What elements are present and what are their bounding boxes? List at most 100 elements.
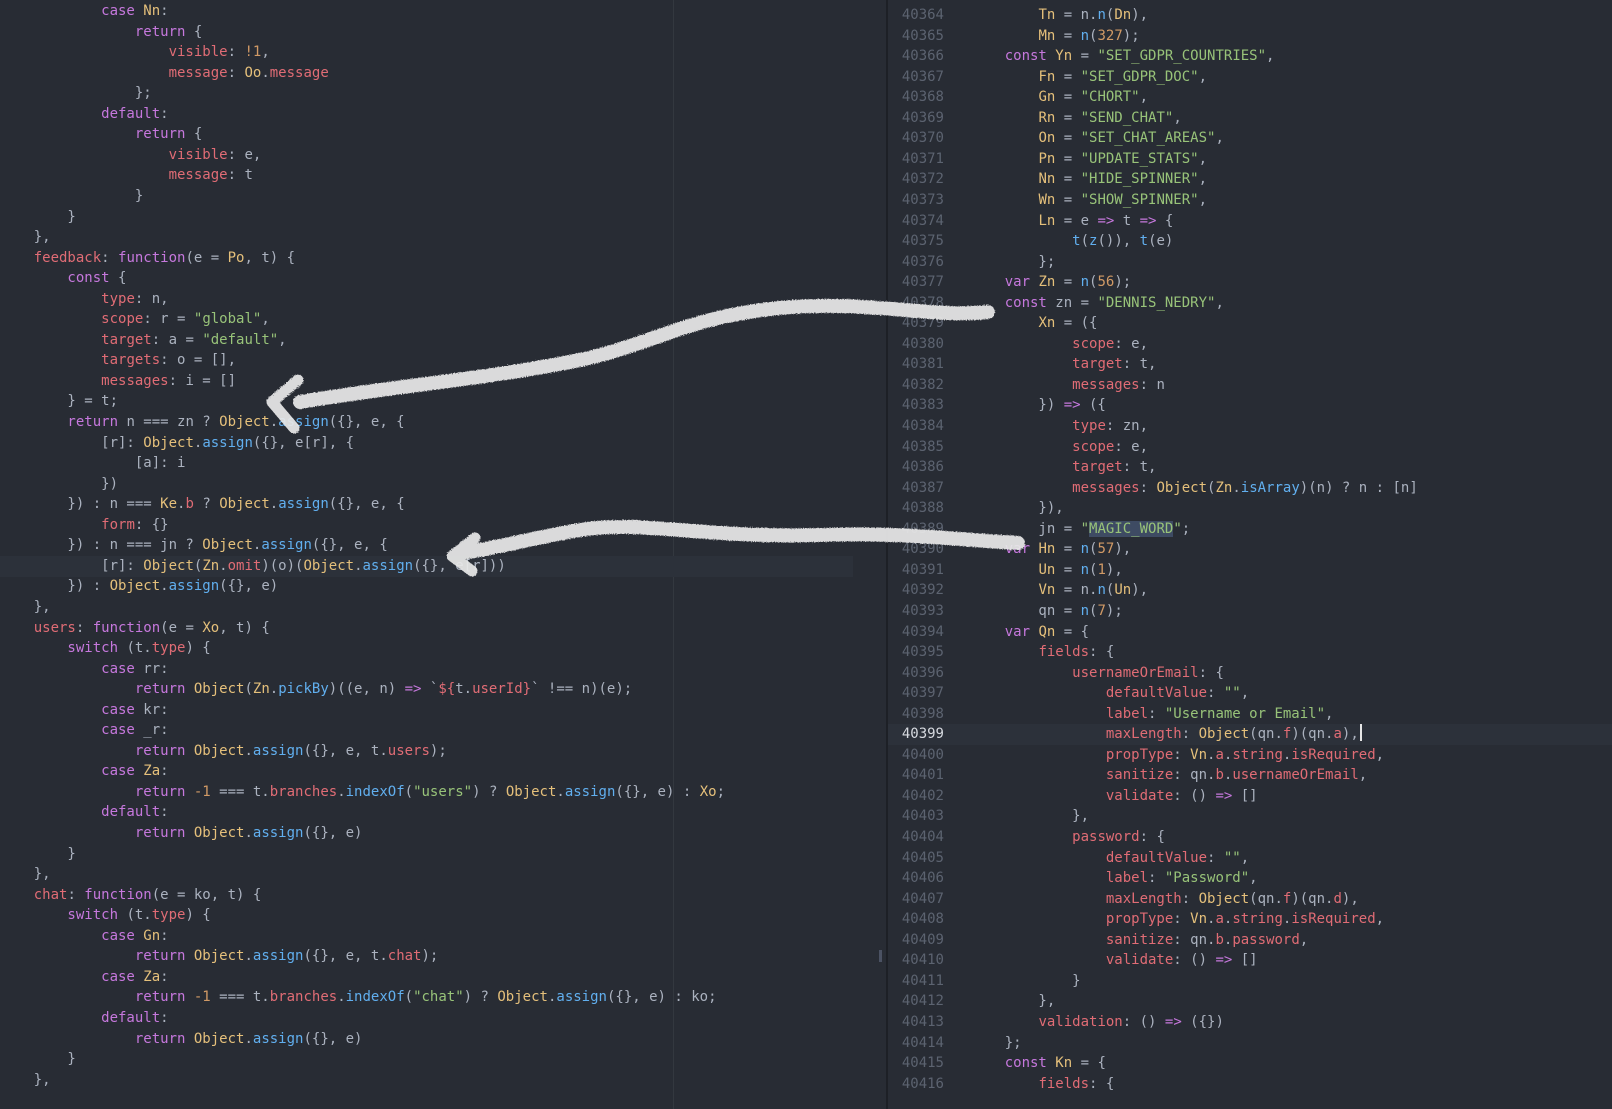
code-line[interactable]: 40394 var Qn = { [888,622,1612,643]
code-line[interactable]: 40369 Rn = "SEND_CHAT", [888,108,1612,129]
code-line[interactable]: }, [0,1070,886,1091]
code-line[interactable]: 40387 messages: Object(Zn.isArray)(n) ? … [888,478,1612,499]
code-line[interactable]: } [0,186,886,207]
code-line[interactable]: [r]: Object(Zn.omit)(o)(Object.assign({}… [0,555,853,577]
code-line[interactable]: } [0,207,886,228]
code-line[interactable]: message: Oo.message [0,63,886,84]
code-line[interactable]: 40382 messages: n [888,375,1612,396]
code-line[interactable]: 40388 }), [888,498,1612,519]
code-line[interactable]: form: {} [0,515,886,536]
code-line[interactable]: case Za: [0,967,886,988]
code-line[interactable]: case Nn: [0,1,886,22]
code-line[interactable]: 40365 Mn = n(327); [888,26,1612,47]
code-line[interactable]: 40408 propType: Vn.a.string.isRequired, [888,909,1612,930]
code-line[interactable]: 40411 } [888,971,1612,992]
code-line[interactable]: 40389 jn = "MAGIC_WORD"; [888,519,1612,540]
code-line[interactable]: }, [0,597,886,618]
code-line[interactable]: 40372 Nn = "HIDE_SPINNER", [888,169,1612,190]
code-line[interactable]: 40373 Wn = "SHOW_SPINNER", [888,190,1612,211]
code-line[interactable]: 40398 label: "Username or Email", [888,704,1612,725]
code-line[interactable]: }) [0,474,886,495]
code-line[interactable]: type: n, [0,289,886,310]
code-line[interactable]: case _r: [0,720,886,741]
code-line[interactable]: 40412 }, [888,991,1612,1012]
code-line[interactable]: }, [0,227,886,248]
code-line[interactable]: messages: i = [] [0,371,886,392]
code-line[interactable]: 40390 var Hn = n(57), [888,539,1612,560]
code-line[interactable]: return n === zn ? Object.assign({}, e, { [0,412,886,433]
code-line[interactable]: 40384 type: zn, [888,416,1612,437]
code-line[interactable]: users: function(e = Xo, t) { [0,618,886,639]
code-line[interactable]: 40409 sanitize: qn.b.password, [888,930,1612,951]
code-line[interactable]: [r]: Object.assign({}, e[r], { [0,433,886,454]
code-line[interactable]: 40381 target: t, [888,354,1612,375]
code-line[interactable]: 40374 Ln = e => t => { [888,211,1612,232]
code-line[interactable]: chat: function(e = ko, t) { [0,885,886,906]
code-line[interactable]: }) : n === Ke.b ? Object.assign({}, e, { [0,494,886,515]
code-line[interactable]: 40364 Tn = n.n(Dn), [888,5,1612,26]
code-line[interactable]: 40371 Pn = "UPDATE_STATS", [888,149,1612,170]
code-line[interactable]: switch (t.type) { [0,638,886,659]
code-line[interactable]: default: [0,104,886,125]
code-line[interactable]: return { [0,124,886,145]
code-line[interactable]: return Object.assign({}, e, t.users); [0,741,886,762]
code-line[interactable]: return Object.assign({}, e) [0,823,886,844]
code-line[interactable]: }; [0,83,886,104]
code-line[interactable]: 40401 sanitize: qn.b.usernameOrEmail, [888,765,1612,786]
code-line[interactable]: scope: r = "global", [0,309,886,330]
code-line[interactable]: case rr: [0,659,886,680]
code-line[interactable]: 40392 Vn = n.n(Un), [888,580,1612,601]
editor-pane-left[interactable]: case Nn: return { visible: !1, message: … [0,0,886,1109]
code-line[interactable]: 40402 validate: () => [] [888,786,1612,807]
code-line[interactable]: return Object.assign({}, e, t.chat); [0,946,886,967]
code-line[interactable]: } [0,1049,886,1070]
code-line[interactable]: visible: e, [0,145,886,166]
code-line[interactable]: }) : n === jn ? Object.assign({}, e, { [0,535,886,556]
code-line[interactable]: 40396 usernameOrEmail: { [888,663,1612,684]
code-line[interactable]: 40416 fields: { [888,1074,1612,1095]
code-line[interactable]: 40403 }, [888,806,1612,827]
code-line[interactable]: [a]: i [0,453,886,474]
code-line[interactable]: 40366 const Yn = "SET_GDPR_COUNTRIES", [888,46,1612,67]
code-line[interactable]: message: t [0,165,886,186]
code-line[interactable]: } [0,844,886,865]
code-line[interactable]: }, [0,864,886,885]
code-line[interactable]: 40406 label: "Password", [888,868,1612,889]
code-line[interactable]: 40367 Fn = "SET_GDPR_DOC", [888,67,1612,88]
code-line[interactable]: 40397 defaultValue: "", [888,683,1612,704]
code-line[interactable]: }) : Object.assign({}, e) [0,576,886,597]
code-line[interactable]: 40383 }) => ({ [888,395,1612,416]
code-line[interactable]: 40414 }; [888,1033,1612,1054]
code-line[interactable]: const { [0,268,886,289]
code-line[interactable]: targets: o = [], [0,350,886,371]
code-line[interactable]: default: [0,802,886,823]
code-line[interactable]: return Object(Zn.pickBy)((e, n) => `${t.… [0,679,886,700]
code-line[interactable]: 40391 Un = n(1), [888,560,1612,581]
code-line[interactable]: 40385 scope: e, [888,437,1612,458]
code-line[interactable]: return { [0,22,886,43]
code-line[interactable]: visible: !1, [0,42,886,63]
code-line[interactable]: 40379 Xn = ({ [888,313,1612,334]
code-line[interactable]: 40405 defaultValue: "", [888,848,1612,869]
code-line[interactable]: 40395 fields: { [888,642,1612,663]
code-line[interactable]: 40368 Gn = "CHORT", [888,87,1612,108]
code-line[interactable]: 40407 maxLength: Object(qn.f)(qn.d), [888,889,1612,910]
code-line[interactable]: feedback: function(e = Po, t) { [0,248,886,269]
code-line[interactable]: return -1 === t.branches.indexOf("chat")… [0,987,886,1008]
code-line[interactable]: 40370 On = "SET_CHAT_AREAS", [888,128,1612,149]
code-line[interactable]: 40386 target: t, [888,457,1612,478]
code-line[interactable]: 40415 const Kn = { [888,1053,1612,1074]
code-line[interactable]: 40378 const zn = "DENNIS_NEDRY", [888,293,1612,314]
code-line[interactable]: 40404 password: { [888,827,1612,848]
code-line[interactable]: case Gn: [0,926,886,947]
code-line[interactable]: switch (t.type) { [0,905,886,926]
code-line[interactable]: 40380 scope: e, [888,334,1612,355]
code-line[interactable]: return -1 === t.branches.indexOf("users"… [0,782,886,803]
code-line[interactable]: case kr: [0,700,886,721]
code-line[interactable]: 40376 }; [888,252,1612,273]
code-line[interactable]: 40400 propType: Vn.a.string.isRequired, [888,745,1612,766]
code-line[interactable]: 40410 validate: () => [] [888,950,1612,971]
code-line[interactable]: 40413 validation: () => ({}) [888,1012,1612,1033]
code-line[interactable]: } = t; [0,391,886,412]
code-line[interactable]: 40393 qn = n(7); [888,601,1612,622]
